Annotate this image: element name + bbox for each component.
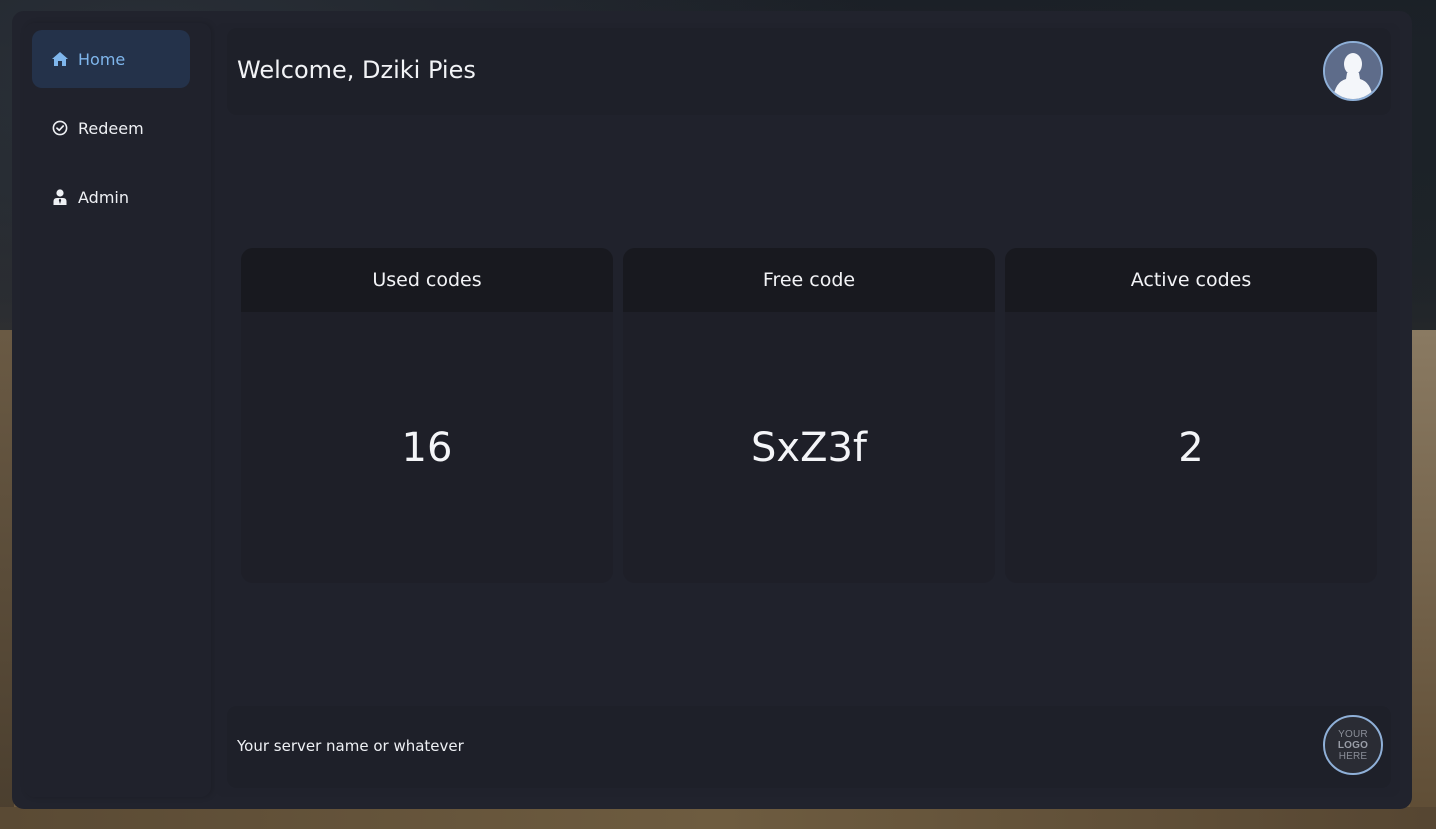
- background-right: [1410, 330, 1436, 829]
- sidebar: Home Redeem Admin: [24, 23, 211, 797]
- sidebar-item-home[interactable]: Home: [32, 30, 190, 88]
- stat-card-used-codes: Used codes 16: [241, 248, 613, 583]
- main-content: Welcome, Dziki Pies Used codes 16 Free c…: [215, 23, 1400, 797]
- card-title: Used codes: [241, 248, 613, 312]
- check-circle-icon: [50, 118, 70, 138]
- sidebar-item-redeem[interactable]: Redeem: [32, 99, 190, 157]
- user-avatar-icon: [1325, 43, 1381, 99]
- sidebar-item-admin[interactable]: Admin: [32, 168, 190, 226]
- page-title: Welcome, Dziki Pies: [237, 56, 476, 84]
- stat-card-active-codes: Active codes 2: [1005, 248, 1377, 583]
- server-logo: YOUR LOGO HERE: [1323, 715, 1383, 775]
- footer: Your server name or whatever YOUR LOGO H…: [227, 706, 1391, 788]
- logo-text-line: HERE: [1338, 750, 1368, 762]
- card-title: Free code: [623, 248, 995, 312]
- logo-text-line: YOUR: [1338, 728, 1368, 740]
- card-value: 16: [401, 424, 453, 471]
- sidebar-item-label: Admin: [78, 187, 129, 207]
- avatar[interactable]: [1323, 41, 1383, 101]
- header: Welcome, Dziki Pies: [227, 28, 1391, 115]
- logo-text-line: LOGO: [1337, 739, 1369, 751]
- card-value: SxZ3f: [751, 424, 867, 471]
- home-icon: [50, 49, 70, 69]
- stat-card-free-code: Free code SxZ3f: [623, 248, 995, 583]
- card-title: Active codes: [1005, 248, 1377, 312]
- user-tie-icon: [50, 187, 70, 207]
- card-value: 2: [1178, 424, 1204, 471]
- background-bottom: [0, 807, 1436, 829]
- app-panel: Home Redeem Admin Welcome, Dziki Pies Us…: [12, 11, 1412, 809]
- sidebar-item-label: Home: [78, 49, 126, 69]
- server-name: Your server name or whatever: [237, 737, 464, 755]
- sidebar-item-label: Redeem: [78, 118, 144, 138]
